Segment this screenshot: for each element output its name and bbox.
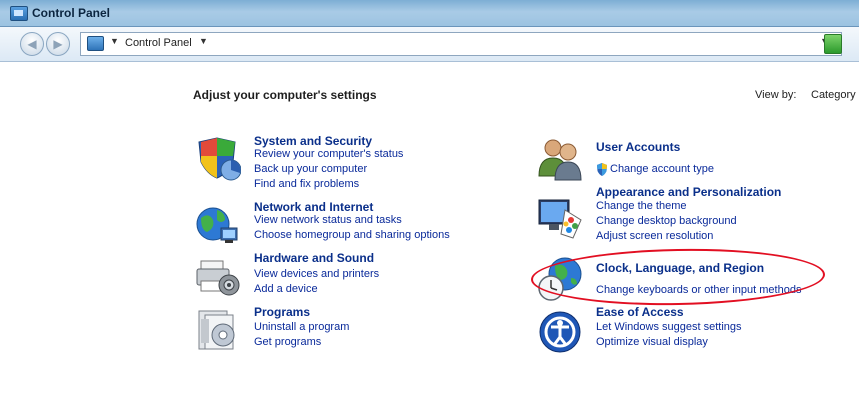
back-button[interactable]: ◀ (20, 32, 44, 56)
ease-of-access-link[interactable]: Ease of Access (596, 305, 684, 319)
monitor-palette-icon[interactable] (537, 194, 583, 240)
page-heading: Adjust your computer's settings (193, 88, 377, 102)
address-box[interactable]: ▼ Control Panel ▼ ▼ (80, 32, 842, 56)
adjust-screen-resolution-link[interactable]: Adjust screen resolution (596, 230, 713, 242)
optimize-visual-display-link[interactable]: Optimize visual display (596, 336, 708, 348)
find-fix-problems-link[interactable]: Find and fix problems (254, 178, 359, 190)
change-account-type-link[interactable]: Change account type (610, 163, 714, 175)
forward-button[interactable]: ▶ (46, 32, 70, 56)
review-status-link[interactable]: Review your computer's status (254, 148, 403, 160)
control-panel-icon (10, 6, 28, 21)
printer-icon[interactable] (195, 253, 241, 299)
window-title: Control Panel (32, 6, 111, 20)
change-desktop-background-link[interactable]: Change desktop background (596, 215, 737, 227)
network-and-internet-link[interactable]: Network and Internet (254, 200, 373, 214)
control-panel-icon (87, 36, 104, 51)
view-by-label: View by: (755, 89, 797, 101)
hardware-and-sound-link[interactable]: Hardware and Sound (254, 251, 374, 265)
network-globe-icon[interactable] (195, 202, 241, 248)
breadcrumb-control-panel[interactable]: Control Panel (125, 37, 192, 49)
window-titlebar: Control Panel (0, 0, 859, 27)
programs-icon[interactable] (195, 307, 241, 353)
programs-link[interactable]: Programs (254, 305, 310, 319)
windows-suggest-settings-link[interactable]: Let Windows suggest settings (596, 321, 742, 333)
appearance-personalization-link[interactable]: Appearance and Personalization (596, 185, 781, 199)
shield-icon[interactable] (195, 136, 241, 182)
add-device-link[interactable]: Add a device (254, 283, 318, 295)
refresh-button[interactable] (824, 34, 842, 54)
user-accounts-link[interactable]: User Accounts (596, 140, 680, 154)
get-programs-link[interactable]: Get programs (254, 336, 321, 348)
view-by-dropdown[interactable]: Category (811, 89, 856, 101)
users-icon[interactable] (537, 136, 583, 182)
navigation-bar: ◀ ▶ ▼ Control Panel ▼ ▼ (0, 27, 859, 62)
back-up-link[interactable]: Back up your computer (254, 163, 367, 175)
system-and-security-link[interactable]: System and Security (254, 134, 372, 148)
homegroup-sharing-link[interactable]: Choose homegroup and sharing options (254, 229, 450, 241)
ease-of-access-icon[interactable] (537, 309, 583, 355)
devices-printers-link[interactable]: View devices and printers (254, 268, 379, 280)
uac-shield-icon (597, 163, 607, 176)
change-theme-link[interactable]: Change the theme (596, 200, 687, 212)
view-network-status-link[interactable]: View network status and tasks (254, 214, 402, 226)
breadcrumb-arrow-icon[interactable]: ▼ (110, 36, 119, 46)
breadcrumb-chevron-icon[interactable]: ▼ (199, 36, 208, 46)
uninstall-program-link[interactable]: Uninstall a program (254, 321, 349, 333)
